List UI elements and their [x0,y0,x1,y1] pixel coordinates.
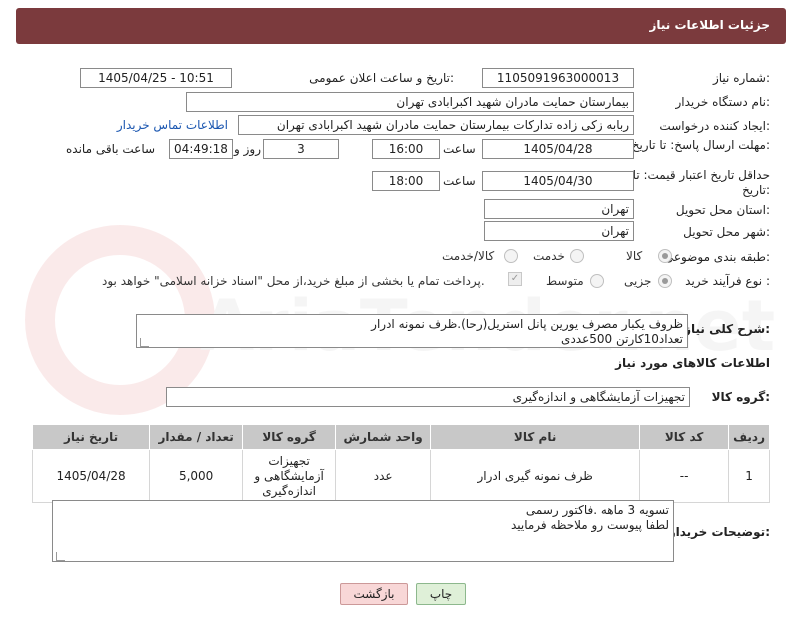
treasury-payment-note: پرداخت تمام یا بخشی از مبلغ خرید،از محل … [102,274,485,288]
cell-quantity: 5,000 [149,449,244,503]
summary-textarea[interactable]: ظروف یکبار مصرف یورین پانل استریل(رحا).ظ… [136,314,688,348]
col-date: تاریخ نیاز [31,424,151,450]
cell-unit: عدد [335,449,432,503]
price-validity-time-label: ساعت [443,174,476,188]
delivery-city-label: شهر محل تحویل: [683,225,770,239]
delivery-province-field: تهران [484,199,634,219]
reply-days-label: روز و [234,142,261,156]
header-bar: جزئیات اطلاعات نیاز [16,8,786,44]
remaining-time-label: ساعت باقی مانده [66,142,156,156]
remaining-time-field: 04:49:18 [169,139,233,159]
summary-resize-handle[interactable] [140,338,149,347]
need-number-field: 1105091963000013 [482,68,634,88]
category-option-service: خدمت [533,249,565,263]
requester-label: ایجاد کننده درخواست: [659,119,770,133]
process-type-label: نوع فرآیند خرید : [685,274,770,288]
process-radio-minor[interactable] [658,274,672,288]
process-radio-medium[interactable] [590,274,604,288]
cell-code: -- [639,449,730,503]
need-number-label: شماره نیاز: [712,71,770,85]
category-radio-goods-service[interactable] [504,249,518,263]
category-radio-service[interactable] [570,249,584,263]
buyer-notes-textarea[interactable]: تسویه 3 ماهه .فاکتور رسمی لطفا پیوست رو … [52,500,674,562]
category-option-goods: کالا [626,249,643,263]
need-details-page: AriaTender.net جزئیات اطلاعات نیاز شماره… [0,0,788,619]
goods-table-header: ردیف کد کالا نام کالا واحد شمارش گروه کا… [31,424,770,450]
back-button[interactable]: بازگشت [340,583,408,605]
page-title: جزئیات اطلاعات نیاز [649,18,770,32]
category-label: طبقه بندی موضوعی: [663,250,770,264]
reply-days-field: 3 [263,139,339,159]
col-group: گروه کالا [242,424,337,450]
col-row: ردیف [728,424,770,450]
goods-group-label: گروه کالا: [711,390,770,404]
cell-row: 1 [728,449,770,503]
price-validity-label: حداقل تاریخ اعتبار قیمت: تا تاریخ: [632,168,770,197]
col-quantity: تعداد / مقدار [149,424,244,450]
cell-name: ظرف نمونه گیری ادرار [430,449,641,503]
cell-date: 1405/04/28 [31,449,151,503]
print-button[interactable]: چاپ [416,583,466,605]
buyer-org-field: بیمارستان حمایت مادران شهید اکبرابادی ته… [186,92,634,112]
table-row: 1 -- ظرف نمونه گیری ادرار عدد تجهیزات آز… [31,449,770,503]
col-unit: واحد شمارش [335,424,432,450]
price-validity-date: 1405/04/30 [482,171,634,191]
process-option-minor: جزیی [624,274,652,288]
col-name: نام کالا [430,424,641,450]
requester-field: ربابه زکی زاده تدارکات بیمارستان حمایت م… [238,115,634,135]
buyer-org-label: نام دستگاه خریدار: [675,95,771,109]
category-radio-goods[interactable] [658,249,672,263]
announce-datetime-label: تاریخ و ساعت اعلان عمومی: [309,71,454,85]
buyer-notes-resize-handle[interactable] [56,552,65,561]
treasury-payment-checkbox[interactable]: ✓ [508,272,522,286]
buyer-notes-label: توضیحات خریدار: [668,525,770,539]
category-option-goods-service: کالا/خدمت [442,249,495,263]
price-validity-time: 18:00 [372,171,440,191]
reply-deadline-date: 1405/04/28 [482,139,634,159]
delivery-city-field: تهران [484,221,634,241]
reply-deadline-label: مهلت ارسال پاسخ: تا تاریخ: [631,138,770,152]
reply-deadline-time: 16:00 [372,139,440,159]
reply-time-label: ساعت [443,142,476,156]
goods-section-title: اطلاعات کالاهای مورد نیاز [615,356,770,370]
cell-group: تجهیزات آزمایشگاهی و اندازه‌گیری [242,449,337,503]
goods-group-field: تجهیزات آزمایشگاهی و اندازه‌گیری [166,387,690,407]
summary-label: شرح کلی نیاز: [684,322,770,336]
buyer-contact-link[interactable]: اطلاعات تماس خریدار [117,118,228,132]
announce-datetime-field: 1405/04/25 - 10:51 [80,68,232,88]
col-code: کد کالا [639,424,730,450]
process-option-medium: متوسط [546,274,584,288]
goods-table: ردیف کد کالا نام کالا واحد شمارش گروه کا… [31,424,770,503]
delivery-province-label: استان محل تحویل: [675,203,770,217]
